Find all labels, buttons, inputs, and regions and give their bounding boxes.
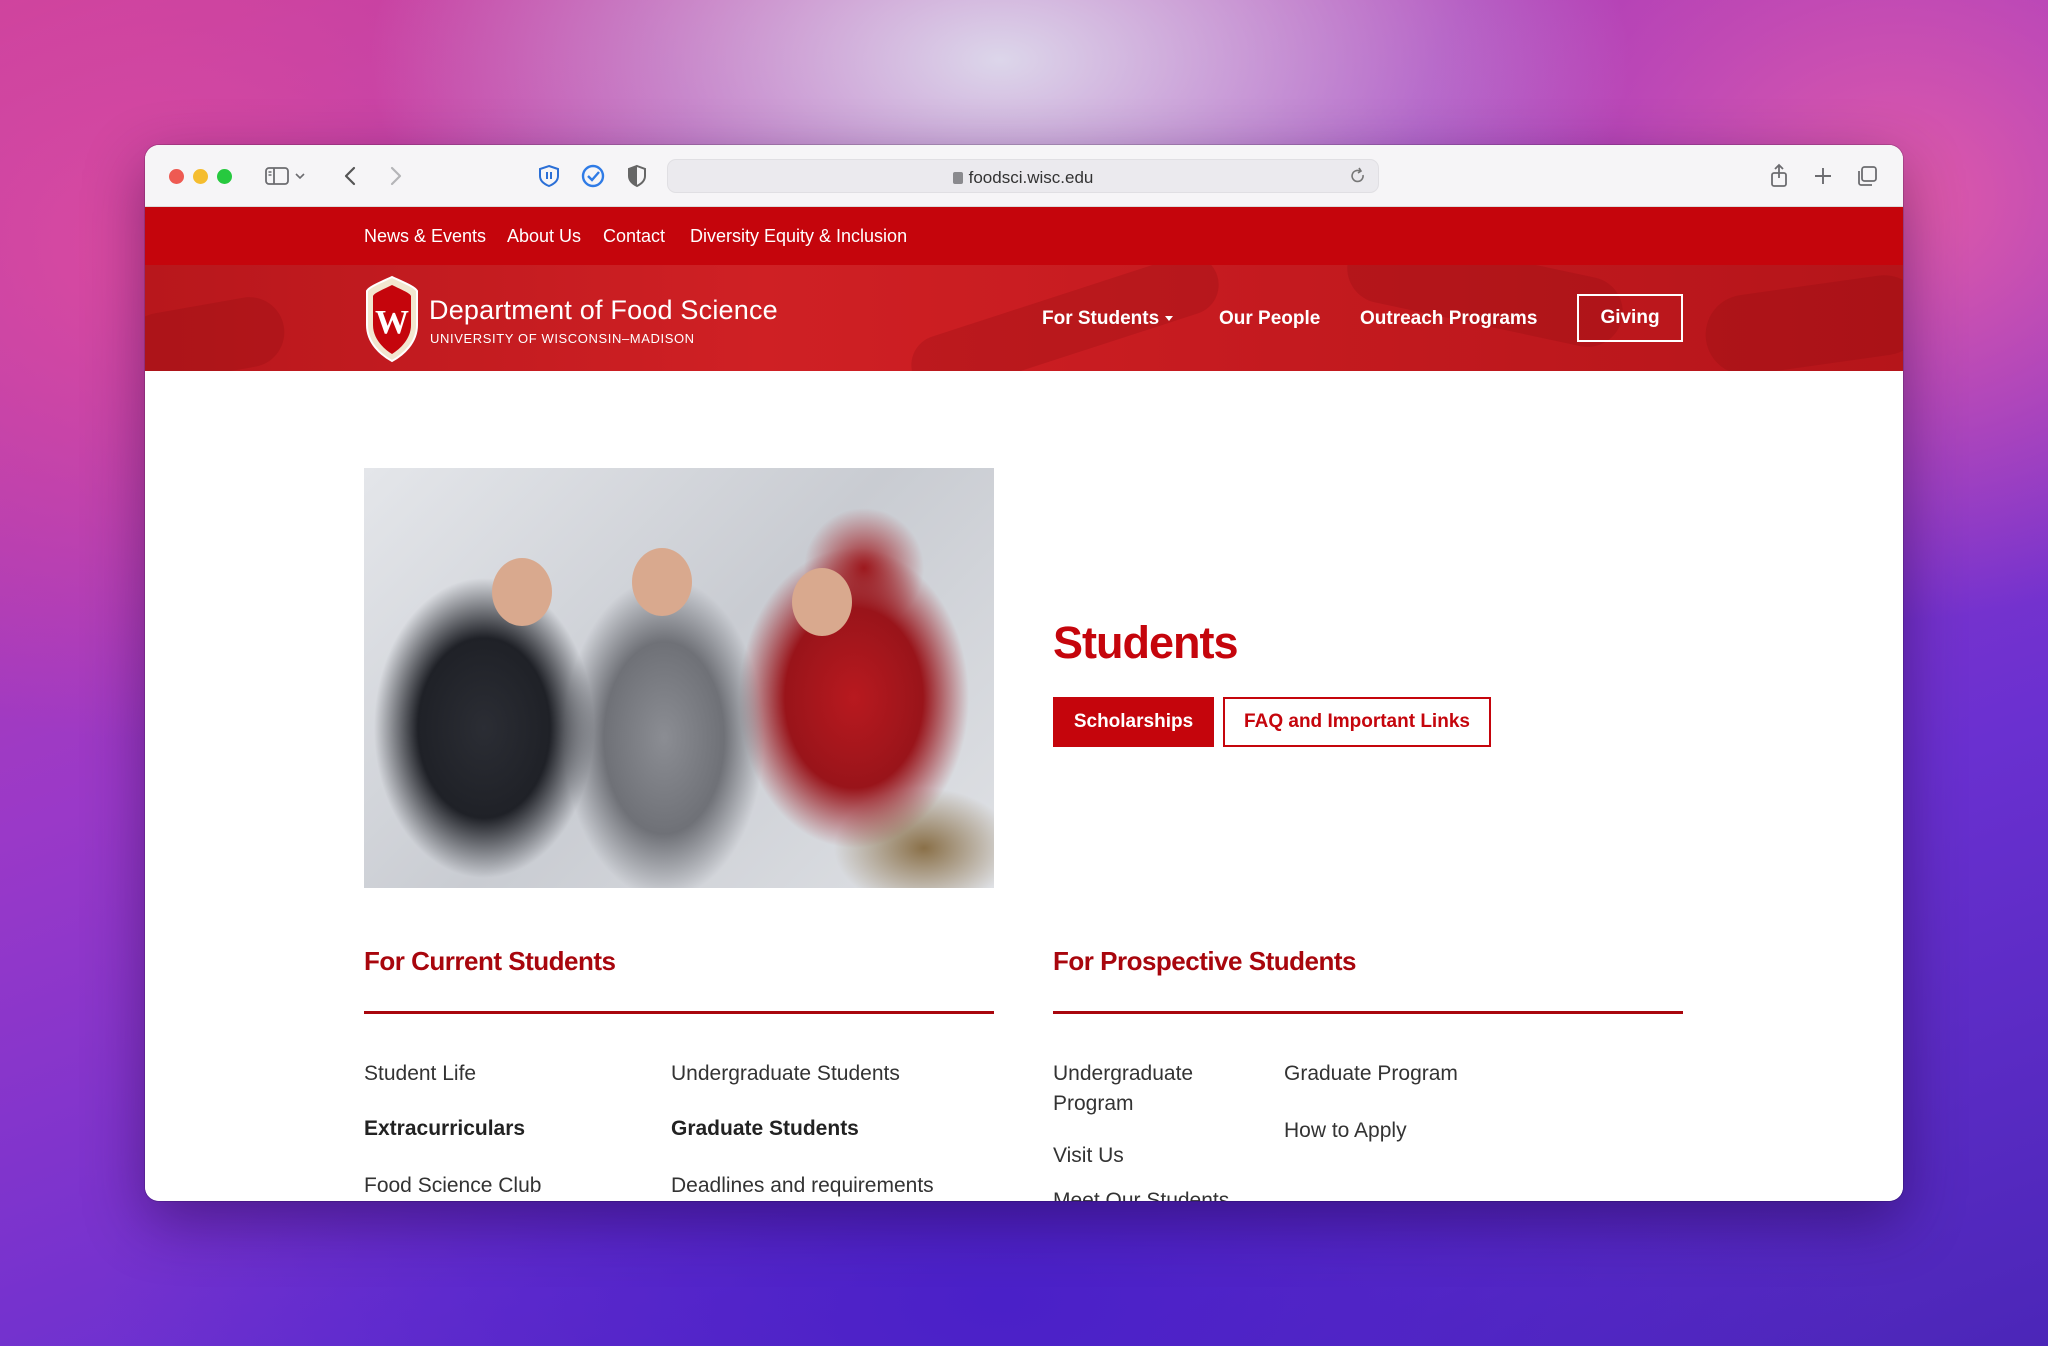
utility-link-news-events[interactable]: News & Events [364, 226, 486, 247]
forward-arrow-icon[interactable] [381, 163, 409, 189]
scholarships-button[interactable]: Scholarships [1053, 697, 1214, 747]
decorative-bottle [145, 291, 290, 371]
link-undergraduate-students[interactable]: Undergraduate Students [671, 1059, 900, 1089]
tab-overview-icon[interactable] [1853, 163, 1881, 189]
section-divider [364, 1011, 994, 1014]
faq-links-button[interactable]: FAQ and Important Links [1223, 697, 1491, 747]
utility-nav: News & Events About Us Contact Diversity… [145, 207, 1903, 265]
check-extension-icon[interactable] [579, 163, 607, 189]
link-meet-our-students[interactable]: Meet Our Students [1053, 1186, 1229, 1201]
student-face [792, 568, 852, 636]
masthead: W Department of Food Science UNIVERSITY … [145, 265, 1903, 371]
hero-image-students-in-snow [364, 468, 994, 888]
utility-link-contact[interactable]: Contact [603, 226, 665, 247]
dropdown-caret-icon [1165, 316, 1174, 321]
nav-our-people[interactable]: Our People [1219, 308, 1320, 330]
current-students-heading: For Current Students [364, 946, 616, 976]
chevron-down-icon[interactable] [293, 163, 307, 189]
browser-window: foodsci.wisc.edu News & Events About Us … [145, 145, 1903, 1201]
new-tab-plus-icon[interactable] [1809, 163, 1837, 189]
close-window-button[interactable] [169, 169, 184, 184]
zoom-window-button[interactable] [217, 169, 232, 184]
site-subtitle: UNIVERSITY OF WISCONSIN–MADISON [430, 331, 695, 346]
page-title: Students [1053, 617, 1239, 668]
link-graduate-students[interactable]: Graduate Students [671, 1114, 859, 1144]
link-visit-us[interactable]: Visit Us [1053, 1141, 1124, 1171]
link-extracurriculars[interactable]: Extracurriculars [364, 1114, 525, 1144]
password-manager-icon[interactable] [535, 163, 563, 189]
url-text: foodsci.wisc.edu [668, 168, 1378, 188]
lock-icon [952, 172, 963, 184]
section-divider [1053, 1011, 1683, 1014]
nav-outreach-programs[interactable]: Outreach Programs [1360, 308, 1537, 330]
sidebar-icon[interactable] [263, 163, 291, 189]
svg-text:W: W [375, 304, 409, 341]
prospective-students-heading: For Prospective Students [1053, 946, 1356, 976]
student-face [492, 558, 552, 626]
giving-button[interactable]: Giving [1577, 294, 1683, 342]
address-bar[interactable]: foodsci.wisc.edu [667, 159, 1379, 193]
link-undergraduate-program[interactable]: Undergraduate Program [1053, 1059, 1233, 1119]
link-deadlines-requirements[interactable]: Deadlines and requirements [671, 1171, 934, 1201]
utility-link-about-us[interactable]: About Us [507, 226, 581, 247]
student-face [632, 548, 692, 616]
decorative-bottle [1700, 270, 1903, 371]
browser-toolbar: foodsci.wisc.edu [145, 145, 1903, 207]
uw-crest-logo[interactable]: W [363, 273, 421, 363]
utility-link-diversity[interactable]: Diversity Equity & Inclusion [690, 226, 907, 247]
link-graduate-program[interactable]: Graduate Program [1284, 1059, 1458, 1089]
nav-for-students[interactable]: For Students [1042, 308, 1174, 330]
link-food-science-club[interactable]: Food Science Club [364, 1171, 541, 1201]
reload-icon[interactable] [1348, 166, 1368, 186]
site-title[interactable]: Department of Food Science [429, 295, 778, 326]
minimize-window-button[interactable] [193, 169, 208, 184]
privacy-shield-icon[interactable] [623, 163, 651, 189]
page-content: Students Scholarships FAQ and Important … [145, 371, 1903, 1201]
share-icon[interactable] [1765, 163, 1793, 189]
back-arrow-icon[interactable] [337, 163, 365, 189]
link-student-life[interactable]: Student Life [364, 1059, 476, 1089]
link-how-to-apply[interactable]: How to Apply [1284, 1116, 1407, 1146]
